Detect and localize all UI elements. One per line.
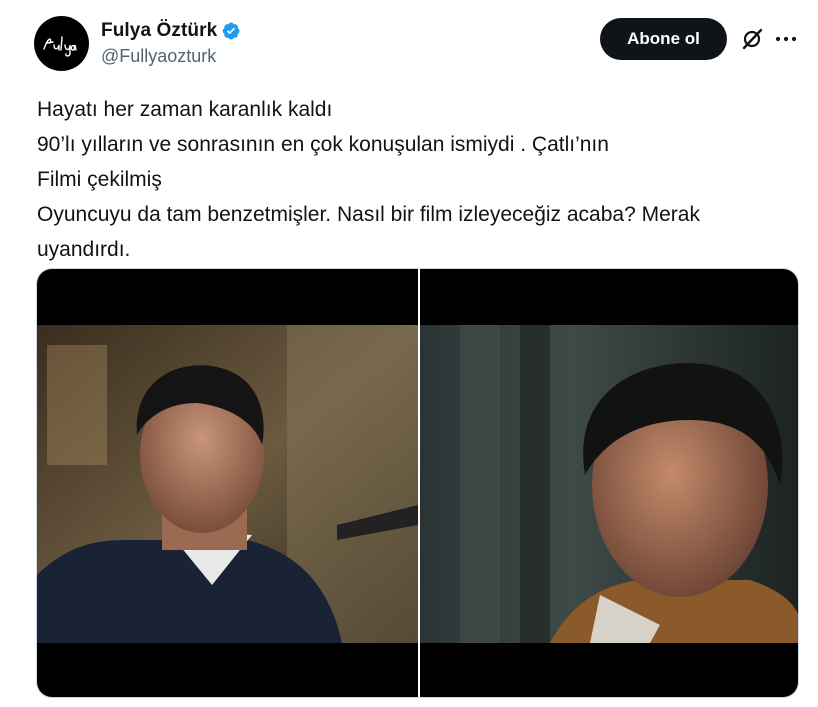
tweet-text-line: Hayatı her zaman karanlık kaldı (37, 98, 333, 121)
author-handle[interactable]: @Fullyaozturk (101, 46, 241, 67)
tweet-text-line: uyandırdı. (37, 238, 131, 261)
more-icon[interactable] (773, 26, 799, 52)
tweet-text-line: Filmi çekilmiş (37, 168, 162, 191)
media-grid (36, 268, 799, 698)
right-photo[interactable] (420, 269, 798, 697)
grok-icon[interactable] (739, 26, 765, 52)
avatar[interactable] (34, 16, 89, 71)
tweet-card: Fulya Öztürk @Fullyaozturk Abone ol Haya… (0, 0, 818, 707)
tweet-text: Hayatı her zaman karanlık kaldı 90’lı yı… (37, 92, 797, 267)
author-display-name[interactable]: Fulya Öztürk (101, 20, 217, 42)
verified-badge-icon[interactable] (221, 21, 241, 41)
tweet-header: Fulya Öztürk @Fullyaozturk Abone ol (34, 14, 804, 72)
left-photo[interactable] (37, 269, 418, 697)
avatar-logo-icon (42, 35, 77, 57)
author-info: Fulya Öztürk @Fullyaozturk (101, 18, 241, 67)
tweet-text-line: 90’lı yılların ve sonrasının en çok konu… (37, 133, 609, 156)
tweet-text-line: Oyuncuyu da tam benzetmişler. Nasıl bir … (37, 203, 700, 226)
follow-button[interactable]: Abone ol (600, 18, 727, 60)
